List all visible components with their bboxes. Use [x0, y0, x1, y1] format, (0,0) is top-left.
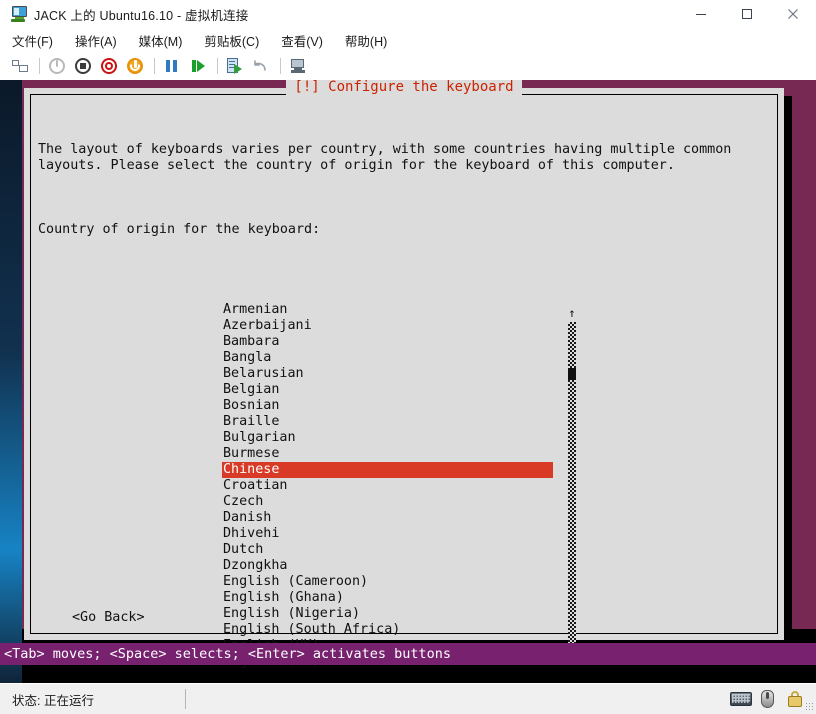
menu-clipboard[interactable]: 剪贴板(C) — [204, 31, 259, 50]
list-item[interactable]: Chinese — [222, 462, 553, 478]
dialog-body: The layout of keyboards varies per count… — [38, 110, 776, 634]
list-item[interactable]: English (Nigeria) — [222, 606, 552, 622]
dialog-actions: <Go Back> — [72, 610, 145, 626]
window-controls — [678, 0, 816, 28]
title-bar: JACK 上的 Ubuntu16.10 - 虚拟机连接 — [0, 0, 816, 28]
list-item[interactable]: Azerbaijani — [222, 318, 552, 334]
scrollbar-thumb[interactable] — [568, 368, 576, 380]
checkpoint-icon[interactable] — [225, 56, 245, 76]
dialog-paragraph: The layout of keyboards varies per count… — [38, 142, 776, 174]
pause-icon[interactable] — [162, 56, 182, 76]
toolbar-divider — [154, 58, 155, 74]
settings-icon[interactable] — [10, 56, 30, 76]
list-item[interactable]: English (Cameroon) — [222, 574, 552, 590]
list-item[interactable]: Belgian — [222, 382, 552, 398]
list-item[interactable]: Danish — [222, 510, 552, 526]
reset-icon[interactable] — [99, 56, 119, 76]
list-item[interactable]: Croatian — [222, 478, 552, 494]
status-icon-group — [725, 684, 806, 714]
country-list-container: ArmenianAzerbaijaniBambaraBanglaBelarusi… — [38, 302, 776, 670]
dialog-title: [!] Configure the keyboard — [24, 80, 784, 95]
toolbar — [0, 52, 816, 80]
list-scrollbar[interactable]: ↑ ↓ — [566, 302, 578, 670]
menu-action[interactable]: 操作(A) — [75, 31, 117, 50]
desktop-edge-gradient — [0, 80, 22, 683]
start-power-icon[interactable] — [125, 56, 145, 76]
menu-help[interactable]: 帮助(H) — [345, 31, 387, 50]
menu-media[interactable]: 媒体(M) — [139, 31, 183, 50]
list-item[interactable]: Bosnian — [222, 398, 552, 414]
lock-icon — [784, 690, 806, 708]
list-item[interactable]: Dzongkha — [222, 558, 552, 574]
status-bar: 状态: 正在运行 — [0, 683, 816, 714]
menu-file[interactable]: 文件(F) — [12, 31, 53, 50]
shutdown-icon[interactable] — [47, 56, 67, 76]
step-icon[interactable] — [188, 56, 208, 76]
toolbar-divider — [39, 58, 40, 74]
vm-screen[interactable]: [!] Configure the keyboard The layout of… — [0, 80, 816, 683]
keyboard-help-bar: <Tab> moves; <Space> selects; <Enter> ac… — [0, 643, 816, 665]
status-divider — [185, 689, 186, 709]
resize-grip[interactable] — [805, 702, 814, 711]
mouse-icon — [757, 690, 779, 708]
maximize-button[interactable] — [724, 0, 770, 28]
minimize-button[interactable] — [678, 0, 724, 28]
computer-monitor-icon — [9, 6, 27, 22]
list-item[interactable]: Bulgarian — [222, 430, 552, 446]
list-item[interactable]: Bambara — [222, 334, 552, 350]
list-item[interactable]: Belarusian — [222, 366, 552, 382]
list-item[interactable]: Czech — [222, 494, 552, 510]
list-item[interactable]: English (South Africa) — [222, 622, 552, 638]
list-item[interactable]: Burmese — [222, 446, 552, 462]
turn-off-icon[interactable] — [73, 56, 93, 76]
keyboard-icon — [730, 690, 752, 708]
go-back-button[interactable]: <Go Back> — [72, 610, 145, 626]
toolbar-divider — [217, 58, 218, 74]
list-item[interactable]: Bangla — [222, 350, 552, 366]
status-text: 状态: 正在运行 — [12, 690, 94, 709]
list-item[interactable]: Braille — [222, 414, 552, 430]
dialog-title-text: [!] Configure the keyboard — [286, 80, 521, 95]
enhanced-session-icon[interactable] — [288, 56, 308, 76]
list-item[interactable]: Dhivehi — [222, 526, 552, 542]
revert-icon[interactable] — [251, 56, 271, 76]
vmconnect-window: JACK 上的 Ubuntu16.10 - 虚拟机连接 文件(F) 操作(A) … — [0, 0, 816, 714]
configure-keyboard-dialog: [!] Configure the keyboard The layout of… — [24, 88, 784, 640]
list-item[interactable]: Dutch — [222, 542, 552, 558]
menu-bar: 文件(F) 操作(A) 媒体(M) 剪贴板(C) 查看(V) 帮助(H) — [0, 28, 816, 52]
country-list[interactable]: ArmenianAzerbaijaniBambaraBanglaBelarusi… — [222, 302, 552, 670]
menu-view[interactable]: 查看(V) — [281, 31, 323, 50]
close-button[interactable] — [770, 0, 816, 28]
toolbar-divider — [280, 58, 281, 74]
dialog-prompt: Country of origin for the keyboard: — [38, 222, 776, 238]
window-title: JACK 上的 Ubuntu16.10 - 虚拟机连接 — [34, 5, 249, 24]
list-item[interactable]: English (Ghana) — [222, 590, 552, 606]
scroll-up-arrow[interactable]: ↑ — [566, 306, 578, 320]
list-item[interactable]: Armenian — [222, 302, 552, 318]
